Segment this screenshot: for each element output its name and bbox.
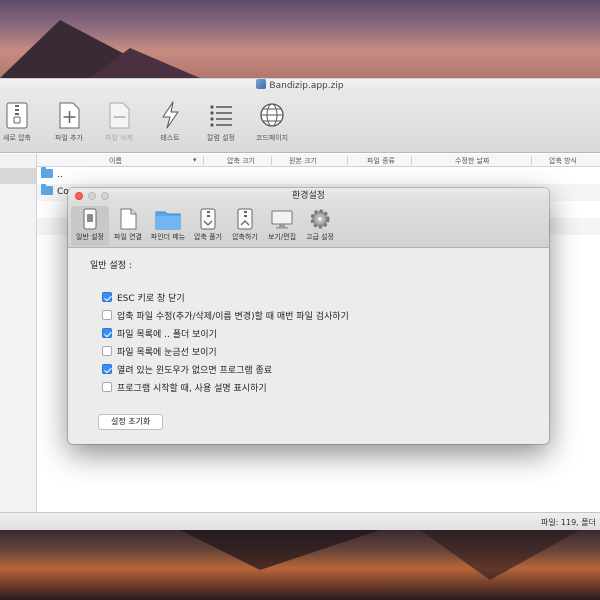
lightning-icon <box>145 99 195 131</box>
file-list-header: 이름 ▾ 압축 크기 원본 크기 파일 종류 수정한 날짜 압축 방식 <box>37 154 600 167</box>
option-label: 파일 목록에 눈금선 보이기 <box>117 348 217 358</box>
main-toolbar: 새로 압축 파일 추가 파일 삭제 테스트 칼럼 설정 코드페이지 <box>0 93 600 153</box>
tab-finder-menu[interactable]: 파인더 메뉴 <box>147 206 189 246</box>
tab-extract[interactable]: 압축 풀기 <box>190 206 226 246</box>
tab-advanced-settings-label: 고급 설정 <box>306 233 334 241</box>
tab-compress-label: 압축하기 <box>232 233 258 241</box>
add-file-icon <box>44 99 94 131</box>
extract-icon <box>190 206 226 232</box>
folder-icon <box>41 167 53 178</box>
option-show-parent-folder[interactable]: 파일 목록에 .. 폴더 보이기 <box>102 327 217 340</box>
option-checkbox[interactable] <box>102 382 112 392</box>
new-archive-button[interactable]: 새로 압축 <box>0 99 42 143</box>
dialog-titlebar: 환경설정 <box>68 188 549 204</box>
option-label: 열려 있는 윈도우가 없으면 프로그램 종료 <box>117 366 273 376</box>
column-settings-icon <box>196 99 246 131</box>
zip-file-icon <box>256 79 267 89</box>
add-file-button[interactable]: 파일 추가 <box>44 99 94 143</box>
column-header-compression-method[interactable]: 압축 방식 <box>549 156 577 166</box>
codepage-button[interactable]: 코드페이지 <box>247 99 297 143</box>
general-settings-icon <box>71 206 109 232</box>
option-show-help-on-start[interactable]: 프로그램 시작할 때, 사용 설명 표시하기 <box>102 381 267 394</box>
compress-icon <box>227 206 263 232</box>
main-window-title: Bandizip.app.zip <box>269 81 344 91</box>
globe-icon <box>247 99 297 131</box>
option-checkbox[interactable] <box>102 328 112 338</box>
tab-extract-label: 압축 풀기 <box>194 233 222 241</box>
reset-settings-button[interactable]: 설정 초기화 <box>98 414 164 430</box>
column-header-original-size[interactable]: 원본 크기 <box>289 156 317 166</box>
section-title: 일반 설정 : <box>90 261 132 271</box>
option-checkbox[interactable] <box>102 292 112 302</box>
tab-general-settings[interactable]: 일반 설정 <box>71 206 109 246</box>
option-esc-close[interactable]: ESC 키로 창 닫기 <box>102 291 185 304</box>
minimize-button[interactable] <box>88 192 96 200</box>
tab-general-settings-label: 일반 설정 <box>76 233 104 241</box>
column-settings-button[interactable]: 칼럼 설정 <box>196 99 246 143</box>
option-checkbox[interactable] <box>102 346 112 356</box>
file-association-icon <box>110 206 146 232</box>
list-item-name: .. <box>57 170 63 180</box>
column-header-name[interactable]: 이름 <box>109 156 122 166</box>
new-archive-icon <box>0 99 42 131</box>
sidebar-selected-item[interactable] <box>0 168 36 184</box>
tab-view-edit[interactable]: 보기/편집 <box>264 206 300 246</box>
column-header-compressed-size[interactable]: 압축 크기 <box>227 156 255 166</box>
option-quit-when-no-windows[interactable]: 열려 있는 윈도우가 없으면 프로그램 종료 <box>102 363 272 376</box>
tab-advanced-settings[interactable]: 고급 설정 <box>301 206 339 246</box>
desktop-wallpaper-top <box>0 0 600 78</box>
add-file-label: 파일 추가 <box>55 134 83 142</box>
desktop-wallpaper-bottom <box>0 530 600 600</box>
option-label: ESC 키로 창 닫기 <box>117 294 185 304</box>
view-edit-icon <box>264 206 300 232</box>
option-label: 압축 파일 수정(추가/삭제/이름 변경)할 때 매번 파일 검사하기 <box>117 312 349 322</box>
main-window-titlebar: Bandizip.app.zip <box>0 79 600 93</box>
delete-file-label: 파일 삭제 <box>105 134 133 142</box>
test-button[interactable]: 테스트 <box>145 99 195 143</box>
close-button[interactable] <box>75 192 83 200</box>
general-settings-panel: 일반 설정 : ESC 키로 창 닫기 압축 파일 수정(추가/삭제/이름 변경… <box>68 248 549 444</box>
column-header-modified-date[interactable]: 수정한 날짜 <box>455 156 489 166</box>
delete-file-button[interactable]: 파일 삭제 <box>94 99 144 143</box>
dialog-title: 환경설정 <box>291 191 326 201</box>
tab-compress[interactable]: 압축하기 <box>227 206 263 246</box>
new-archive-label: 새로 압축 <box>3 134 31 142</box>
tab-finder-menu-label: 파인더 메뉴 <box>150 233 186 241</box>
folder-sidebar[interactable] <box>0 154 37 512</box>
option-show-gridlines[interactable]: 파일 목록에 눈금선 보이기 <box>102 345 217 358</box>
status-text: 파일: 119, 폴더 <box>540 518 596 527</box>
delete-file-icon <box>94 99 144 131</box>
option-verify-on-modify[interactable]: 압축 파일 수정(추가/삭제/이름 변경)할 때 매번 파일 검사하기 <box>102 309 349 322</box>
preferences-tabs: 일반 설정 파일 연결 파인더 메뉴 압축 풀기 압축하기 보기/편집 고급 설… <box>68 204 549 248</box>
status-bar: 파일: 119, 폴더 <box>0 512 600 531</box>
option-checkbox[interactable] <box>102 364 112 374</box>
tab-file-association[interactable]: 파일 연결 <box>110 206 146 246</box>
option-label: 파일 목록에 .. 폴더 보이기 <box>117 330 217 340</box>
tab-view-edit-label: 보기/편집 <box>267 233 297 241</box>
tab-file-association-label: 파일 연결 <box>114 233 142 241</box>
gear-icon <box>301 206 339 232</box>
sort-chevron-icon[interactable]: ▾ <box>193 156 197 164</box>
test-label: 테스트 <box>160 134 180 142</box>
finder-menu-icon <box>147 206 189 232</box>
folder-icon <box>41 184 53 195</box>
option-checkbox[interactable] <box>102 310 112 320</box>
column-header-file-type[interactable]: 파일 종류 <box>367 156 395 166</box>
zoom-button[interactable] <box>101 192 109 200</box>
option-label: 프로그램 시작할 때, 사용 설명 표시하기 <box>117 384 267 394</box>
preferences-dialog: 환경설정 일반 설정 파일 연결 파인더 메뉴 압축 풀기 압축하기 보기/편집… <box>68 188 549 444</box>
column-settings-label: 칼럼 설정 <box>207 134 235 142</box>
codepage-label: 코드페이지 <box>255 134 289 142</box>
list-item[interactable]: .. <box>37 167 600 184</box>
